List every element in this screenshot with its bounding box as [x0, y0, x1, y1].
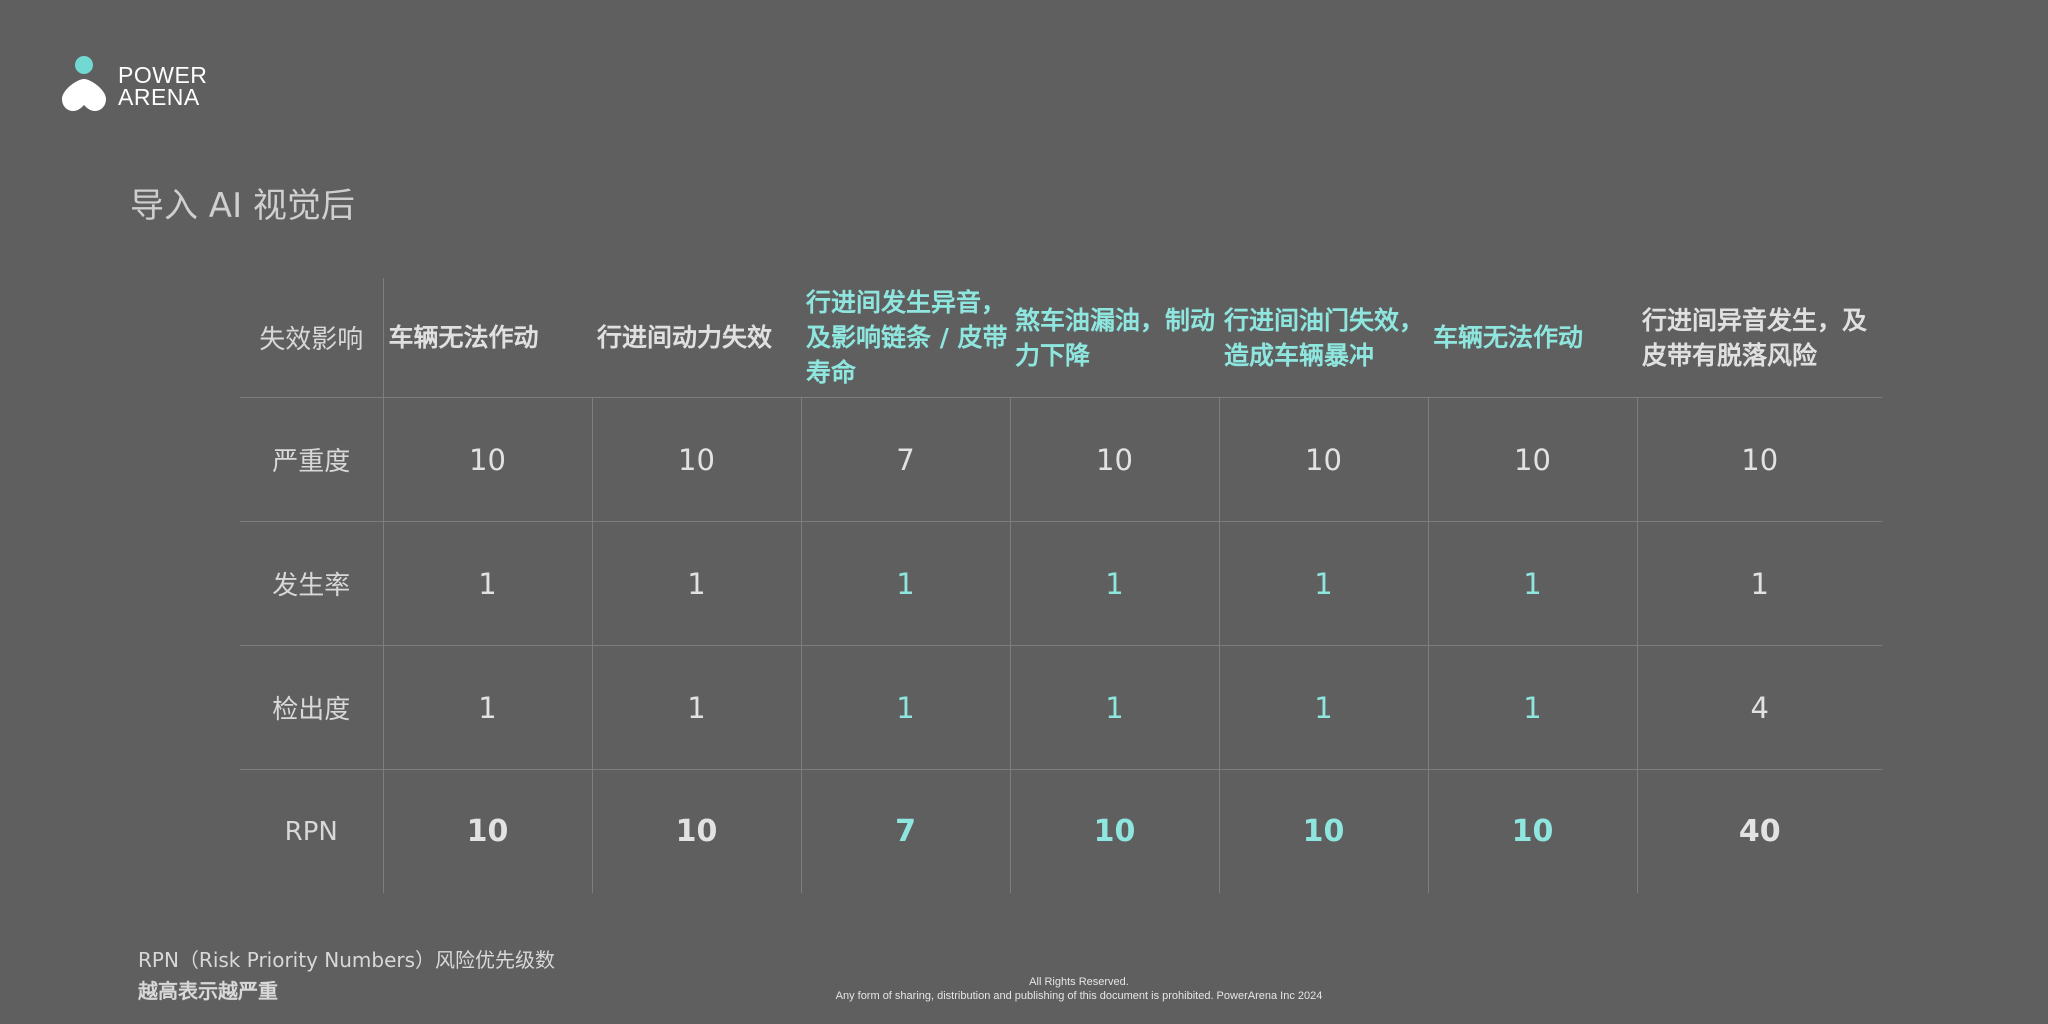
table-header-row: 失效影响 车辆无法作动 行进间动力失效 行进间发生异音，及影响链条 / 皮带寿命 煞车…	[240, 278, 1882, 398]
table-cell: 10	[1010, 397, 1220, 522]
column-header: 行进间发生异音，及影响链条 / 皮带寿命	[801, 278, 1010, 398]
table-cell: 1	[592, 645, 802, 770]
row-label: RPN	[240, 769, 384, 893]
corner-label: 失效影响	[240, 278, 384, 398]
brand-logo: POWER ARENA	[60, 56, 230, 118]
row-label: 严重度	[240, 397, 384, 522]
table-cell: 4	[1637, 645, 1882, 770]
power-arena-logo-icon	[62, 56, 106, 111]
table-cell: 1	[383, 521, 593, 646]
table-row: 发生率 1 1 1 1 1 1 1	[240, 521, 1882, 646]
table-cell: 10	[1219, 769, 1429, 893]
table-cell: 10	[1637, 397, 1882, 522]
row-label: 发生率	[240, 521, 384, 646]
column-header: 煞车油漏油，制动力下降	[1010, 278, 1219, 398]
table-cell: 1	[1637, 521, 1882, 646]
table-cell: 10	[1219, 397, 1429, 522]
table-cell: 1	[1428, 645, 1638, 770]
page-title: 导入 AI 视觉后	[130, 186, 355, 226]
table-cell: 40	[1738, 814, 1781, 849]
logo-text-line2: ARENA	[118, 84, 200, 110]
footnote: RPN（Risk Priority Numbers）风险优先级数 越高表示越严重	[138, 945, 555, 1007]
table-cell: 10	[1010, 769, 1220, 893]
copyright-line2: Any form of sharing, distribution and pu…	[835, 990, 1323, 1002]
footnote-line1: RPN（Risk Priority Numbers）风险优先级数	[138, 948, 556, 972]
table-cell: 7	[801, 769, 1011, 893]
table-cell: 10	[592, 769, 802, 893]
table-row: 严重度 10 10 7 10 10 10 10	[240, 397, 1882, 522]
table-cell: 10	[383, 397, 593, 522]
copyright-notice: All Rights Reserved. Any form of sharing…	[779, 975, 1379, 1003]
table-cell: 1	[1010, 521, 1220, 646]
table-cell: 10	[592, 397, 802, 522]
table-cell: 10	[1428, 397, 1638, 522]
table-cell: 1	[801, 645, 1011, 770]
table-cell: 10	[1428, 769, 1638, 893]
table-cell: 1	[592, 521, 802, 646]
table-cell: 1	[801, 521, 1011, 646]
column-header: 行进间油门失效，造成车辆暴冲	[1219, 278, 1428, 398]
column-header: 行进间动力失效	[592, 278, 801, 398]
table-cell: 1	[1010, 645, 1220, 770]
logo-wordmark: POWER ARENA	[118, 62, 208, 110]
table-cell: 1	[1428, 521, 1638, 646]
row-label: 检出度	[240, 645, 384, 770]
footnote-line2: 越高表示越严重	[138, 979, 278, 1003]
column-header: 车辆无法作动	[383, 278, 592, 398]
table-cell: 1	[1219, 645, 1429, 770]
table-row: 检出度 1 1 1 1 1 1 4	[240, 645, 1882, 770]
logo-text-line1: POWER	[118, 62, 208, 88]
table-cell: 7	[801, 397, 1011, 522]
copyright-line1: All Rights Reserved.	[1029, 976, 1129, 988]
table-row: RPN 10 10 7 10 10 10 40	[240, 769, 1882, 893]
fmea-table: 失效影响 车辆无法作动 行进间动力失效 行进间发生异音，及影响链条 / 皮带寿命 煞车…	[240, 278, 1882, 893]
table-cell: 1	[383, 645, 593, 770]
table-cell: 1	[1219, 521, 1429, 646]
table-cell: 10	[383, 769, 593, 893]
column-header: 车辆无法作动	[1428, 278, 1637, 398]
column-header: 行进间异音发生，及皮带有脱落风险	[1637, 278, 1882, 398]
